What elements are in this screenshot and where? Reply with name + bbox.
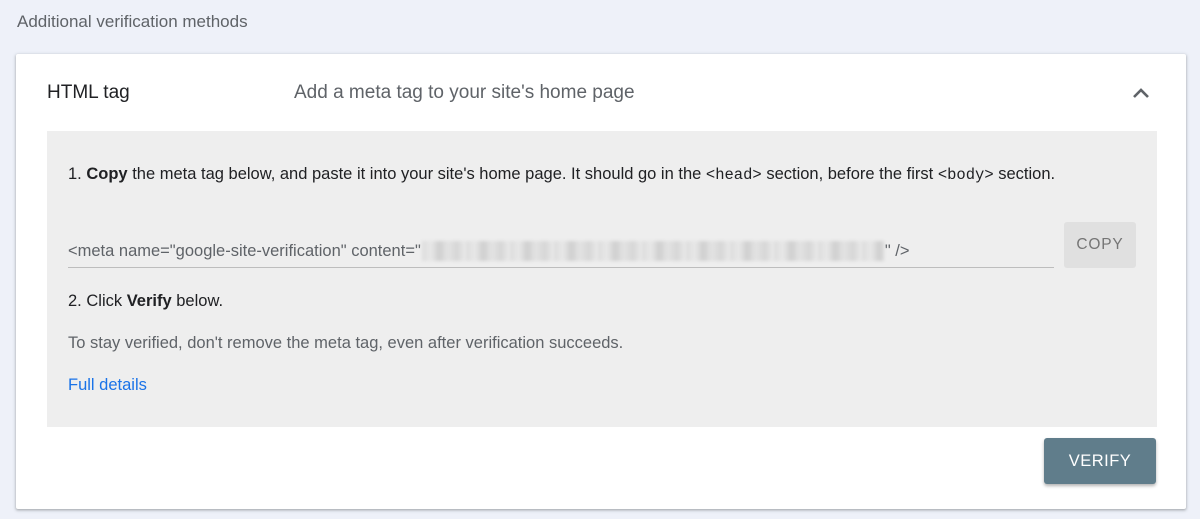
copy-emphasis: Copy bbox=[86, 165, 128, 183]
meta-tag-prefix: <meta name="google-site-verification" co… bbox=[68, 241, 421, 260]
meta-tag-suffix: " /> bbox=[884, 241, 910, 260]
verification-method-card: HTML tag Add a meta tag to your site's h… bbox=[16, 54, 1186, 509]
method-description: Add a meta tag to your site's home page bbox=[294, 82, 635, 103]
collapse-button[interactable] bbox=[1124, 76, 1158, 110]
verify-button[interactable]: VERIFY bbox=[1044, 438, 1156, 484]
method-title: HTML tag bbox=[47, 82, 130, 103]
head-code: <head> bbox=[705, 166, 762, 184]
instructions-panel: 1. Copy the meta tag below, and paste it… bbox=[47, 131, 1157, 427]
body-code: <body> bbox=[937, 166, 994, 184]
copy-button[interactable]: COPY bbox=[1064, 222, 1136, 268]
redacted-token bbox=[421, 241, 884, 261]
section-heading: Additional verification methods bbox=[17, 12, 248, 31]
full-details-link[interactable]: Full details bbox=[68, 376, 147, 395]
meta-tag-field[interactable]: <meta name="google-site-verification" co… bbox=[68, 235, 1054, 268]
step-1-text: 1. Copy the meta tag below, and paste it… bbox=[68, 165, 1056, 184]
step-2-text: 2. Click Verify below. bbox=[68, 292, 224, 310]
verify-emphasis: Verify bbox=[126, 292, 172, 310]
stay-verified-note: To stay verified, don't remove the meta … bbox=[68, 334, 624, 352]
chevron-up-icon bbox=[1133, 88, 1149, 98]
